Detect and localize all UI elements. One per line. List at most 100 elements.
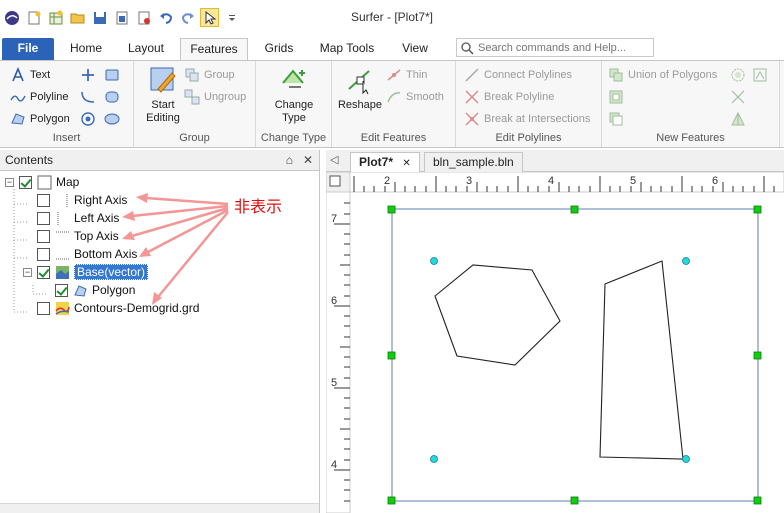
new-features-group-label: New Features: [656, 132, 725, 144]
doc-tab-plot7[interactable]: Plot7* ✕: [350, 152, 420, 172]
tab-features[interactable]: Features: [180, 38, 248, 60]
difference-icon: [608, 111, 624, 127]
search-icon: [461, 42, 474, 55]
new-features-group: Union of Polygons New Features: [602, 61, 780, 147]
spline-button[interactable]: [80, 89, 96, 105]
group-group: Start Editing Group Ungroup Group: [134, 61, 256, 147]
start-editing-label: Start Editing: [146, 99, 180, 124]
symbol-icon: [80, 111, 96, 127]
group-button[interactable]: Group: [184, 67, 235, 83]
change-type-group: Change Type Change Type: [256, 61, 332, 147]
tab-view[interactable]: View: [392, 38, 438, 60]
surfer-window: Surfer - [Plot7*] File Home Layout Featu…: [0, 0, 784, 513]
v-ruler-label-5: 5: [331, 377, 337, 389]
change-type-icon: [282, 69, 305, 88]
spline-icon: [80, 89, 96, 105]
difference-polygons-button[interactable]: [608, 111, 624, 127]
union-of-polygons-label: Union of Polygons: [628, 69, 718, 81]
close-tab-icon[interactable]: ✕: [402, 158, 410, 169]
reshape-icon: [348, 70, 370, 95]
tab-home[interactable]: Home: [62, 38, 110, 60]
ellipse-button[interactable]: [104, 111, 120, 127]
intersect-polygons-button[interactable]: [608, 89, 624, 105]
polygon-label: Polygon: [30, 113, 70, 125]
reshape-button[interactable]: Reshape: [336, 65, 384, 112]
ungroup-icon: [184, 89, 200, 105]
tab-map-tools[interactable]: Map Tools: [312, 38, 382, 60]
break-polyline-label: Break Polyline: [484, 91, 555, 103]
polyline-button[interactable]: Polyline: [10, 89, 69, 105]
doc-tab-bln-sample[interactable]: bln_sample.bln: [424, 152, 523, 172]
ribbon: Text Polyline Polygon Insert Start Editi…: [0, 60, 784, 148]
convex-hull-icon: [752, 67, 768, 83]
title-bar: Surfer - [Plot7*]: [0, 0, 784, 36]
rectangle-button[interactable]: [104, 67, 120, 83]
tab-layout[interactable]: Layout: [120, 38, 172, 60]
document-area: ◁ Plot7* ✕ bln_sample.bln 2 3 4 5 6 7 6 …: [326, 150, 784, 513]
tab-scroll-left-icon[interactable]: ◁: [330, 153, 338, 166]
add-point-button[interactable]: [80, 67, 96, 83]
intersection-points-button[interactable]: [730, 89, 746, 105]
smooth-label: Smooth: [406, 91, 444, 103]
buffer-button[interactable]: [730, 67, 746, 83]
v-ruler-label-6: 6: [331, 295, 337, 307]
break-polyline-button[interactable]: Break Polyline: [464, 89, 554, 105]
tab-grids[interactable]: Grids: [256, 38, 302, 60]
annotation-arrows: [122, 193, 229, 305]
rounded-rectangle-icon: [104, 89, 120, 105]
start-editing-button[interactable]: Start Editing: [138, 65, 188, 125]
triangulate-icon: [730, 111, 746, 127]
insert-group: Text Polyline Polygon Insert: [0, 61, 134, 147]
polygon-button[interactable]: Polygon: [10, 111, 70, 127]
rounded-rectangle-button[interactable]: [104, 89, 120, 105]
convex-hull-button[interactable]: [752, 67, 768, 83]
h-ruler-label-2: 2: [384, 175, 390, 187]
union-of-polygons-button[interactable]: Union of Polygons: [608, 67, 717, 83]
change-type-button[interactable]: Change Type: [264, 65, 324, 125]
v-ruler-label-7: 7: [331, 213, 337, 225]
plus-icon: [80, 67, 96, 83]
intersection-points-icon: [730, 89, 746, 105]
doc-tab-plot7-label: Plot7*: [359, 155, 394, 169]
edit-features-group: Reshape Thin Smooth Edit Features: [332, 61, 456, 147]
insert-group-label: Insert: [52, 132, 81, 144]
ribbon-tabs: File Home Layout Features Grids Map Tool…: [0, 36, 784, 60]
thin-icon: [386, 67, 402, 83]
symbol-button[interactable]: [80, 111, 96, 127]
connect-polylines-icon: [464, 67, 480, 83]
change-type-group-label: Change Type: [260, 132, 327, 144]
intersect-icon: [608, 89, 624, 105]
break-intersections-icon: [464, 111, 480, 127]
buffer-icon: [730, 67, 746, 83]
search-box[interactable]: [456, 38, 654, 57]
rectangle-icon: [104, 67, 120, 83]
edit-polylines-group: Connect Polylines Break Polyline Break a…: [456, 61, 602, 147]
triangulate-button[interactable]: [730, 111, 746, 127]
reshape-label: Reshape: [337, 99, 383, 111]
plot-canvas[interactable]: 2 3 4 5 6 7 6 5 4: [326, 172, 784, 513]
union-polygons-icon: [608, 67, 624, 83]
document-tabs: ◁ Plot7* ✕ bln_sample.bln: [326, 150, 784, 172]
smooth-button[interactable]: Smooth: [386, 89, 444, 105]
thin-label: Thin: [406, 69, 428, 81]
connect-polylines-label: Connect Polylines: [484, 69, 573, 81]
connect-polylines-button[interactable]: Connect Polylines: [464, 67, 572, 83]
h-ruler-label-4: 4: [548, 175, 554, 187]
text-icon: [10, 66, 26, 83]
polygon-icon: [10, 111, 26, 127]
start-editing-icon: [150, 67, 176, 93]
break-at-intersections-label: Break at Intersections: [484, 113, 591, 125]
edit-polylines-group-label: Edit Polylines: [495, 132, 562, 144]
contents-scrollbar[interactable]: [0, 503, 319, 513]
thin-button[interactable]: Thin: [386, 67, 427, 83]
search-input[interactable]: [478, 41, 650, 54]
text-button[interactable]: Text: [10, 66, 50, 83]
smooth-icon: [386, 89, 402, 105]
tab-file[interactable]: File: [2, 38, 54, 60]
ungroup-button[interactable]: Ungroup: [184, 89, 246, 105]
break-at-intersections-button[interactable]: Break at Intersections: [464, 111, 590, 127]
h-ruler-label-6: 6: [712, 175, 718, 187]
contents-pane: Contents ⌂ ✕ − Map Right Axis Left Axis …: [0, 150, 320, 513]
map-frame[interactable]: [391, 208, 759, 502]
h-ruler-label-3: 3: [466, 175, 472, 187]
